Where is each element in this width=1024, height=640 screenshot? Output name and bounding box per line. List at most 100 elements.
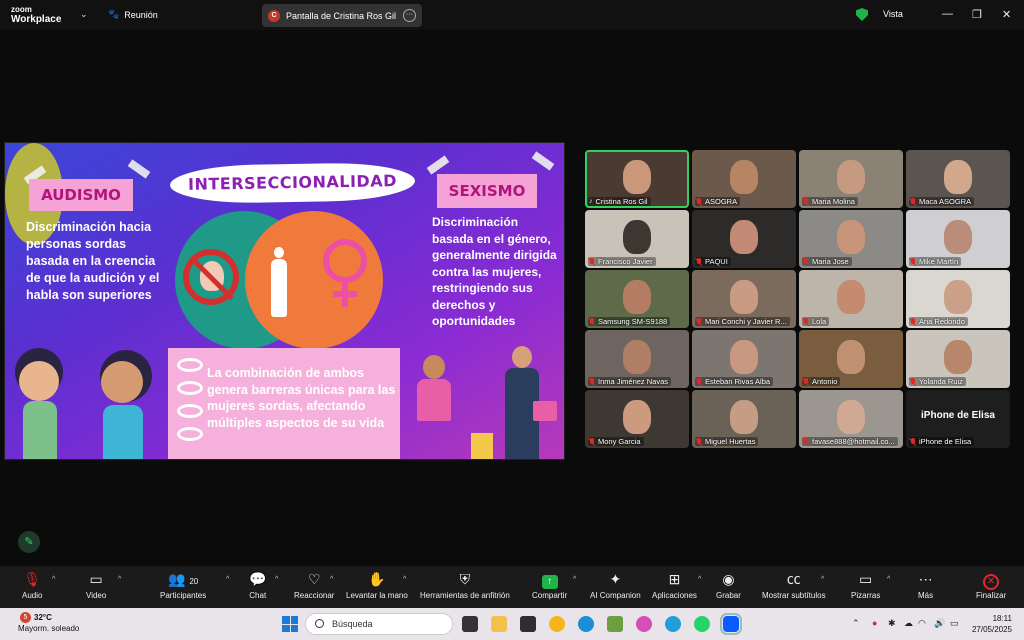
subtitles-button[interactable]: ㏄ Mostrar subtítulos [762, 570, 826, 600]
participant-video [944, 220, 972, 254]
ai-companion-button[interactable]: ✦ AI Companion [590, 570, 641, 600]
photos-icon[interactable] [607, 616, 623, 632]
man-illustration-head [512, 346, 532, 368]
view-button[interactable]: Vista [883, 9, 903, 19]
tape-decoration [531, 151, 555, 171]
store-icon[interactable] [520, 616, 536, 632]
participant-tile[interactable]: iPhone de Elisa iPhone de Elisa [906, 390, 1010, 448]
participant-tile[interactable]: favase888@hotmail.co... [799, 390, 903, 448]
participant-tile[interactable]: Lola [799, 270, 903, 328]
participant-tile[interactable]: Maca ASOGRA [906, 150, 1010, 208]
share-button[interactable]: ↑ Compartir [532, 570, 567, 600]
share-options-caret[interactable]: ^ [573, 576, 576, 583]
whiteboards-options-caret[interactable]: ^ [887, 576, 890, 583]
chat-label: Chat [249, 591, 267, 600]
task-view-icon[interactable] [462, 616, 478, 632]
participant-tile[interactable]: PAQUI [692, 210, 796, 268]
audio-button[interactable]: 🎙 Audio [22, 570, 42, 600]
audio-options-caret[interactable]: ^ [52, 576, 55, 583]
whatsapp-icon[interactable] [694, 616, 710, 632]
participant-name: Ana Redondo [919, 317, 965, 326]
onedrive-icon[interactable]: ☁ [904, 618, 913, 629]
video-button[interactable]: ▭ Video [86, 570, 106, 600]
shared-screen-slide: AUDISMO SEXISMO INTERSECCIONALIDAD Discr… [4, 142, 565, 460]
windows-start-icon[interactable] [282, 616, 298, 632]
taskbar-search[interactable]: Búsqueda [305, 613, 453, 635]
copilot-icon[interactable] [636, 616, 652, 632]
participant-tile[interactable]: Francisco Javier [585, 210, 689, 268]
chat-button[interactable]: 💬 Chat [249, 570, 266, 600]
tape-decoration [426, 155, 450, 175]
participant-tile[interactable]: Ana Redondo [906, 270, 1010, 328]
bluetooth-icon[interactable]: ✱ [888, 618, 896, 629]
security-shield-icon[interactable] [856, 8, 868, 21]
participant-tile[interactable]: Antonio [799, 330, 903, 388]
participant-tile[interactable]: Maria Molina [799, 150, 903, 208]
subtitles-label: Mostrar subtítulos [762, 591, 826, 600]
minimize-button[interactable]: — [942, 8, 953, 20]
participant-name-label: Yolanda Ruiz [909, 377, 966, 386]
heart-icon: ♡ [307, 571, 321, 587]
participant-name: Lola [812, 317, 827, 326]
participant-tile[interactable]: Mony Garcia [585, 390, 689, 448]
taskbar-clock[interactable]: 18:11 27/05/2025 [968, 613, 1012, 635]
apps-button[interactable]: ⊞ Aplicaciones [652, 570, 697, 600]
subtitles-options-caret[interactable]: ^ [821, 576, 824, 583]
raise-hand-options-caret[interactable]: ^ [403, 576, 406, 583]
record-button[interactable]: ◉ Grabar [716, 570, 741, 600]
apps-label: Aplicaciones [652, 591, 697, 600]
participant-name: favase888@hotmail.co... [812, 437, 895, 446]
participant-video [623, 280, 651, 314]
participant-tile[interactable]: ASOGRA [692, 150, 796, 208]
wifi-icon[interactable]: ◠ [918, 618, 926, 629]
participant-tile[interactable]: Mari Conchi y Javier R... [692, 270, 796, 328]
participant-display-name: iPhone de Elisa [921, 410, 995, 421]
end-meeting-button[interactable]: ✕ Finalizar [976, 570, 1006, 600]
meeting-menu[interactable]: 🐾 Reunión [108, 9, 158, 20]
react-button[interactable]: ♡ Reaccionar [294, 570, 334, 600]
participant-tile[interactable]: Yolanda Ruiz [906, 330, 1010, 388]
react-options-caret[interactable]: ^ [330, 576, 333, 583]
participant-tile[interactable]: Inma Jiménez Navas [585, 330, 689, 388]
raise-hand-button[interactable]: ✋ Levantar la mano [346, 570, 408, 600]
video-options-caret[interactable]: ^ [118, 576, 121, 583]
participants-options-caret[interactable]: ^ [226, 576, 229, 583]
participant-name: Yolanda Ruiz [919, 377, 963, 386]
participant-tile[interactable]: Esteban Rivas Alba [692, 330, 796, 388]
more-options-icon[interactable]: ··· [403, 9, 416, 22]
audio-label: Audio [22, 591, 43, 600]
tray-overflow-icon[interactable]: ⌃ [852, 618, 860, 629]
battery-icon[interactable]: ▭ [950, 618, 959, 629]
zoom-taskbar-icon[interactable] [720, 613, 742, 635]
participants-button[interactable]: 👥 20 Participantes [160, 570, 206, 600]
file-explorer-icon[interactable] [491, 616, 507, 632]
restore-button[interactable]: ❐ [972, 8, 982, 21]
chevron-down-icon[interactable]: ⌄ [80, 9, 88, 20]
whiteboards-button[interactable]: ▭ Pizarras [851, 570, 880, 600]
react-label: Reaccionar [294, 591, 335, 600]
volume-icon[interactable]: 🔊 [934, 618, 945, 629]
mic-muted-icon [803, 197, 809, 206]
annotate-icon[interactable]: ✎ [18, 531, 40, 553]
close-button[interactable]: ✕ [1002, 8, 1011, 21]
participant-tile[interactable]: Mike Martín [906, 210, 1010, 268]
woman-illustration-body [417, 379, 451, 421]
chat-options-caret[interactable]: ^ [275, 576, 278, 583]
chrome-icon[interactable] [549, 616, 565, 632]
hand-icon: ✋ [368, 571, 386, 587]
participant-tile[interactable]: Miguel Huertas [692, 390, 796, 448]
participant-tile[interactable]: Maria Jose [799, 210, 903, 268]
apps-options-caret[interactable]: ^ [698, 576, 701, 583]
host-tools-button[interactable]: ⛨ Herramientas de anfitrión [420, 570, 510, 600]
more-button[interactable]: ⋯ Más [918, 570, 933, 600]
telegram-icon[interactable] [665, 616, 681, 632]
search-icon [315, 619, 324, 628]
participant-tile[interactable]: Samsung SM-S9188 [585, 270, 689, 328]
weather-desc: Mayorm. soleado [18, 624, 80, 633]
screen-share-indicator[interactable]: C Pantalla de Cristina Ros Gil ··· [262, 4, 422, 27]
host-tools-label: Herramientas de anfitrión [420, 591, 510, 600]
participant-tile[interactable]: ♪ Cristina Ros Gil [585, 150, 689, 208]
antivirus-icon[interactable]: ● [872, 618, 877, 628]
brand-line2: Workplace [11, 14, 62, 25]
edge-icon[interactable] [578, 616, 594, 632]
